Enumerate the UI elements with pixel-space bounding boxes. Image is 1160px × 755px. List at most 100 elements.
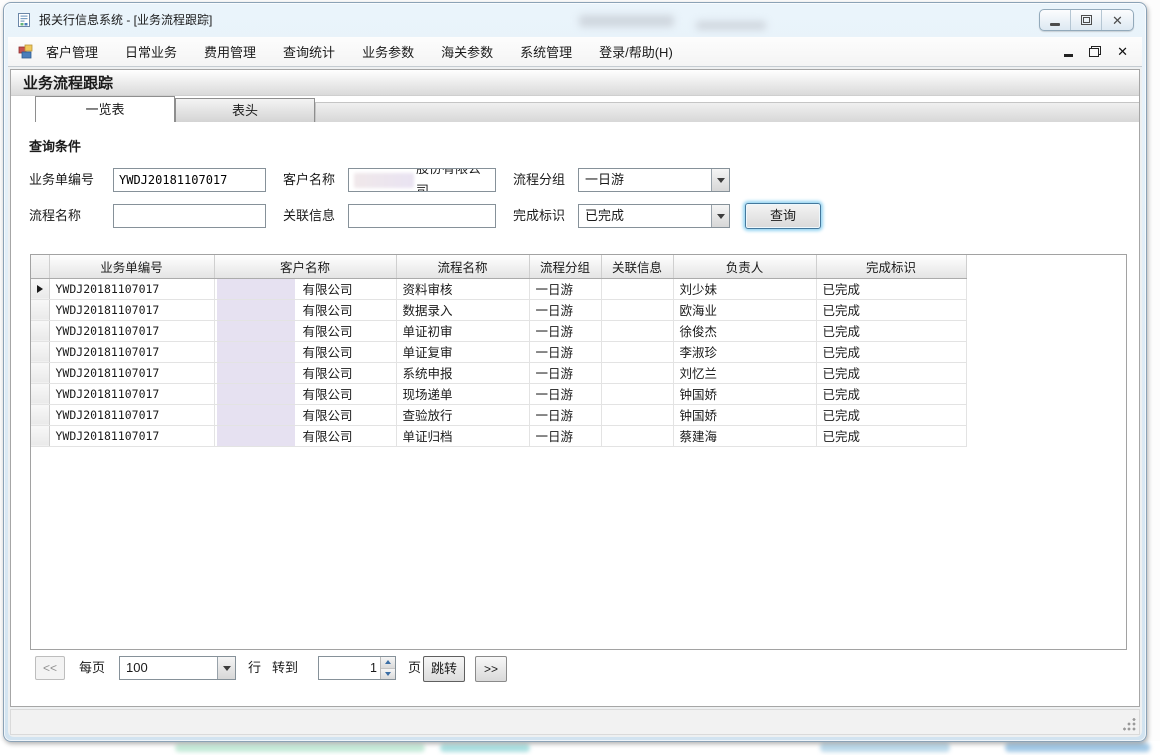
per-page-value: 100 [120,657,217,679]
row-selector-cell[interactable] [31,425,49,446]
col-customer[interactable]: 客户名称 [214,255,396,278]
col-order-no[interactable]: 业务单编号 [49,255,214,278]
table-row[interactable]: YWDJ20181107017 有限公司 系统申报 一日游 刘忆兰 已完成 [31,362,966,383]
title-bar[interactable]: 报关行信息系统 - [业务流程跟踪] ✕ [4,3,1146,36]
blur-artifact [696,21,766,30]
menu-item-business-params[interactable]: 业务参数 [362,42,414,61]
table-row[interactable]: YWDJ20181107017 有限公司 单证归档 一日游 蔡建海 已完成 [31,425,966,446]
page-title: 业务流程跟踪 [23,72,113,93]
jump-button[interactable]: 跳转 [423,656,465,682]
cell-customer: 有限公司 [214,299,396,320]
mdi-minimize-icon[interactable] [1064,54,1073,57]
tab-strip: 一览表 表头 [11,96,1139,122]
tab-overview[interactable]: 一览表 [35,96,175,122]
table-row[interactable]: YWDJ20181107017 有限公司 现场递单 一日游 钟国娇 已完成 [31,383,966,404]
menu-item-daily[interactable]: 日常业务 [125,42,177,61]
query-section-title: 查询条件 [29,136,81,155]
row-selector-cell[interactable] [31,320,49,341]
row-selector-header[interactable] [31,255,49,278]
stepper-up-button[interactable] [381,657,395,669]
redaction-block [217,279,295,299]
chevron-down-icon [717,214,725,219]
menu-item-login-help[interactable]: 登录/帮助(H) [599,42,673,61]
close-icon: ✕ [1112,14,1123,27]
col-flow-group[interactable]: 流程分组 [529,255,601,278]
cell-status: 已完成 [816,278,966,299]
mdi-close-icon[interactable]: ✕ [1117,45,1128,58]
flow-name-input[interactable] [113,204,266,228]
page-number-stepper[interactable]: 1 [318,656,396,680]
cell-flow-group: 一日游 [529,425,601,446]
cell-flow-group: 一日游 [529,383,601,404]
menu-item-system[interactable]: 系统管理 [520,42,572,61]
col-related-info[interactable]: 关联信息 [601,255,673,278]
flow-group-label: 流程分组 [513,168,565,192]
resize-grip-icon[interactable] [1123,718,1136,731]
row-selector-cell[interactable] [31,383,49,404]
cell-flow-group: 一日游 [529,362,601,383]
cell-flow-group: 一日游 [529,320,601,341]
row-selector-cell[interactable] [31,299,49,320]
cell-status: 已完成 [816,362,966,383]
window-controls: ✕ [1039,9,1134,31]
table-row[interactable]: YWDJ20181107017 有限公司 查验放行 一日游 钟国娇 已完成 [31,404,966,425]
cell-related-info [601,299,673,320]
flow-group-combo[interactable]: 一日游 [578,168,730,192]
redaction-block [217,384,295,404]
order-no-label: 业务单编号 [29,168,94,192]
table-row[interactable]: YWDJ20181107017 有限公司 数据录入 一日游 欧海业 已完成 [31,299,966,320]
menu-item-query-stats[interactable]: 查询统计 [283,42,335,61]
chevron-down-icon [717,178,725,183]
per-page-combo[interactable]: 100 [119,656,236,680]
page-header: 业务流程跟踪 [11,70,1139,96]
app-icon [16,12,32,28]
dropdown-button[interactable] [711,169,729,191]
stepper-down-button[interactable] [381,669,395,680]
redaction-block [217,426,295,446]
next-page-button[interactable]: >> [475,656,507,682]
related-info-input[interactable] [348,204,496,228]
chevron-up-icon [385,660,391,664]
cell-owner: 欧海业 [673,299,816,320]
restore-button[interactable] [1071,10,1102,30]
dropdown-button[interactable] [217,657,235,679]
cell-flow-name: 单证初审 [396,320,529,341]
row-selector-cell[interactable] [31,341,49,362]
col-status[interactable]: 完成标识 [816,255,966,278]
order-no-input[interactable] [113,168,266,192]
menu-item-fees[interactable]: 费用管理 [204,42,256,61]
redaction-blur [354,173,414,188]
cell-flow-group: 一日游 [529,278,601,299]
table-row[interactable]: YWDJ20181107017 有限公司 单证初审 一日游 徐俊杰 已完成 [31,320,966,341]
cell-flow-name: 单证归档 [396,425,529,446]
col-owner[interactable]: 负责人 [673,255,816,278]
redaction-block [217,405,295,425]
row-selector-cell[interactable] [31,362,49,383]
close-button[interactable]: ✕ [1102,10,1133,30]
menu-item-customer[interactable]: 客户管理 [46,42,98,61]
minimize-button[interactable] [1040,10,1071,30]
row-selector-cell[interactable] [31,278,49,299]
search-button[interactable]: 查询 [745,203,821,229]
complete-flag-value: 已完成 [579,205,711,227]
app-window: 报关行信息系统 - [业务流程跟踪] ✕ 客户管理 日常业务 费用管理 查询统计… [3,2,1147,742]
complete-flag-combo[interactable]: 已完成 [578,204,730,228]
mdi-restore-icon[interactable] [1089,46,1101,57]
cell-owner: 李淑珍 [673,341,816,362]
cell-customer: 有限公司 [214,278,396,299]
content-panel: 业务流程跟踪 一览表 表头 查询条件 业务单编号 客户名称 股份有限公司 流程分… [10,69,1140,707]
table-row[interactable]: YWDJ20181107017 有限公司 资料审核 一日游 刘少妹 已完成 [31,278,966,299]
desktop-artifact [440,744,530,752]
menu-item-customs-params[interactable]: 海关参数 [441,42,493,61]
dropdown-button[interactable] [711,205,729,227]
table-row[interactable]: YWDJ20181107017 有限公司 单证复审 一日游 李淑珍 已完成 [31,341,966,362]
redaction-block [217,342,295,362]
tab-header[interactable]: 表头 [175,98,315,122]
row-selector-cell[interactable] [31,404,49,425]
prev-page-button[interactable]: << [35,656,65,680]
restore-icon [1081,15,1092,25]
minimize-icon [1050,23,1060,26]
customer-input[interactable]: 股份有限公司 [348,168,496,192]
cell-order-no: YWDJ20181107017 [49,404,214,425]
col-flow-name[interactable]: 流程名称 [396,255,529,278]
